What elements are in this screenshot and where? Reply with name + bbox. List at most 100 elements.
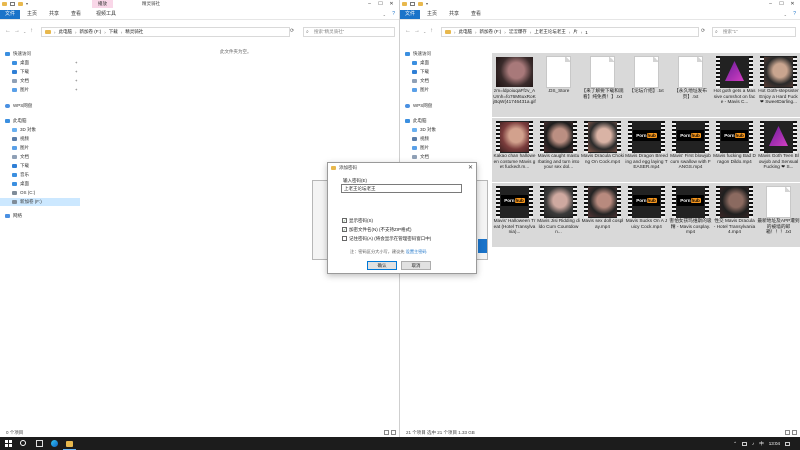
cancel-button[interactable]: 取消 (401, 261, 431, 270)
notification-icon[interactable] (785, 441, 790, 446)
nav-item-this-pc[interactable]: 此电脑 (0, 117, 80, 125)
pin-icon[interactable]: ✦ (75, 68, 78, 76)
file-item[interactable]: Pornhub Mavis Sucks On A Juicy Cock.mp4 (624, 183, 669, 247)
nav-item-drive-f[interactable]: 新加卷 (F:) (0, 198, 80, 206)
refresh-icon[interactable]: ⟳ (701, 28, 705, 34)
chevron-up-icon[interactable]: ⌃ (733, 441, 737, 447)
nav-item-desktop-pc[interactable]: 桌面 (0, 180, 80, 188)
large-icons-view-icon[interactable] (792, 430, 797, 435)
tab-video-tools[interactable]: 视频工具 (92, 10, 120, 19)
nav-item-documents[interactable]: 文档 (400, 77, 480, 85)
nav-item-videos[interactable]: 视频 (400, 135, 480, 143)
nav-item-pictures-pc[interactable]: 图片 (400, 144, 480, 152)
nav-item-quick-access[interactable]: 快速访问 (400, 50, 480, 58)
tab-share[interactable]: 共享 (446, 10, 462, 19)
nav-item-documents-pc[interactable]: 文档 (400, 153, 480, 161)
nav-item-documents-pc[interactable]: 文档 (0, 153, 80, 161)
file-item[interactable]: Hot goth gets a Massive cumshot on face … (712, 53, 757, 117)
new-folder-icon[interactable] (418, 2, 423, 6)
nav-item-music[interactable]: 音乐 (0, 171, 80, 179)
nav-item-quick-access[interactable]: 快速访问 (0, 50, 80, 58)
details-view-icon[interactable] (384, 430, 389, 435)
file-item[interactable]: Pornhub Mavis' First blowjob cum swallow … (668, 118, 713, 182)
tab-home[interactable]: 主页 (424, 10, 440, 19)
chevron-down-icon[interactable]: ⌄ (423, 27, 426, 36)
chevron-down-icon[interactable]: ▾ (426, 2, 428, 6)
address-bar[interactable]: › 此电脑 › 新加卷 (F:) › 下载 › 精灵骑社 (41, 27, 290, 37)
file-item[interactable]: Pornhub 害怕女孩玛维斯的吸精 - Mavis cosplay.mp4 (668, 183, 713, 247)
file-item[interactable]: Pornhub Mavis fucking Bad Dragon Dildo.mp… (712, 118, 757, 182)
nav-item-network[interactable]: 网络 (0, 212, 80, 220)
file-item[interactable]: 【永久地址发布页】.txt (668, 53, 713, 117)
up-icon[interactable]: ↑ (30, 27, 33, 36)
nav-item-3d-objects[interactable]: 3D 对象 (0, 126, 80, 134)
nav-item-wps-cloud[interactable]: WPS网盘 (400, 102, 480, 110)
details-view-icon[interactable] (785, 430, 790, 435)
close-icon[interactable]: ✕ (386, 0, 397, 8)
breadcrumb-item[interactable]: 涩涩爆存 (509, 29, 527, 35)
nav-item-desktop[interactable]: 桌面 ✦ (0, 59, 80, 67)
properties-icon[interactable] (10, 2, 15, 6)
nav-item-pictures[interactable]: 图片 ✦ (0, 86, 80, 94)
file-item[interactable]: Mavis sex doll cosplay.mp4 (580, 183, 625, 247)
forward-icon[interactable]: → (414, 27, 420, 36)
back-icon[interactable]: ← (5, 27, 11, 36)
file-item[interactable]: Mavis Dracula Choking On Cock.mp4 (580, 118, 625, 182)
ok-button[interactable]: 确认 (367, 261, 397, 270)
nav-item-this-pc[interactable]: 此电脑 (400, 117, 480, 125)
close-icon[interactable]: ✕ (468, 163, 473, 173)
forward-icon[interactable]: → (14, 27, 20, 36)
large-icons-view-icon[interactable] (391, 430, 396, 435)
file-item[interactable]: Pornhub Mavis' Halloween Treat (Hotel Tra… (492, 183, 537, 247)
show-password-checkbox[interactable]: ✓ 显示密码(S) (342, 218, 373, 224)
file-item[interactable]: Mavis Goth Teen Blowjob and Sensual Fuck… (756, 118, 800, 182)
nav-item-videos[interactable]: 视频 (0, 135, 80, 143)
pin-icon[interactable]: ✦ (75, 86, 78, 94)
clock[interactable]: 13:04 (769, 437, 780, 450)
file-item[interactable]: Pornhub Mavis Dragon Breeding and egg lay… (624, 118, 669, 182)
breadcrumb-item[interactable]: 下载 (109, 29, 118, 35)
chevron-down-icon[interactable]: ⌄ (784, 10, 787, 19)
address-bar[interactable]: › 此电脑 › 新加卷 (F:) › 涩涩爆存 › 上老王论坛老王 › 片 › … (441, 27, 699, 37)
file-item[interactable]: 性交 Mavis Dracula - Hotel Transylvania 4.… (712, 183, 757, 247)
remember-password-checkbox[interactable]: 记住密码(A) (将会显示在管理密码窗口中) (342, 236, 431, 242)
pin-icon[interactable]: ✦ (75, 77, 78, 85)
properties-icon[interactable] (410, 2, 415, 6)
file-item[interactable]: Kakao chan halloween costume Mavis get f… (492, 118, 537, 182)
nav-item-wps-cloud[interactable]: WPS网盘 (0, 102, 80, 110)
search-input[interactable]: ⌕ 搜索"精灵骑社" (303, 27, 395, 37)
search-icon[interactable] (20, 440, 26, 446)
nav-item-documents[interactable]: 文档 ✦ (0, 77, 80, 85)
set-master-password-link[interactable]: 设置主密码 (406, 249, 427, 254)
breadcrumb-item[interactable]: 精灵骑社 (125, 29, 143, 35)
search-input[interactable]: ⌕ 搜索"1" (712, 27, 796, 37)
minimize-icon[interactable]: – (364, 0, 375, 8)
chevron-down-icon[interactable]: ⌄ (23, 27, 26, 36)
file-item[interactable]: 最新地址及APP遭到的被墙的邮箱！！！.txt (756, 183, 800, 247)
file-item[interactable]: .DS_Store (536, 53, 581, 117)
close-icon[interactable]: ✕ (787, 0, 798, 8)
pin-icon[interactable]: ✦ (75, 59, 78, 67)
tab-view[interactable]: 查看 (68, 10, 84, 19)
tab-file[interactable]: 文件 (0, 10, 20, 19)
new-folder-icon[interactable] (18, 2, 23, 6)
tab-share[interactable]: 共享 (46, 10, 62, 19)
nav-item-downloads[interactable]: 下载 ✦ (0, 68, 80, 76)
nav-item-downloads-pc[interactable]: 下载 (0, 162, 80, 170)
breadcrumb-item[interactable]: 此电脑 (459, 29, 473, 35)
up-icon[interactable]: ↑ (430, 27, 433, 36)
breadcrumb-item[interactable]: 此电脑 (59, 29, 73, 35)
minimize-icon[interactable]: – (765, 0, 776, 8)
nav-item-downloads[interactable]: 下载 (400, 68, 480, 76)
password-input[interactable]: 上老王论坛老王 (341, 184, 462, 193)
encrypt-filenames-checkbox[interactable]: ✓ 加密文件名(N) (不支持ZIP格式) (342, 227, 412, 233)
chevron-down-icon[interactable]: ⌄ (383, 10, 386, 19)
breadcrumb-item[interactable]: 新加卷 (F:) (480, 29, 502, 35)
task-view-icon[interactable] (36, 440, 43, 447)
back-icon[interactable]: ← (405, 27, 411, 36)
help-icon[interactable]: ? (793, 10, 796, 19)
file-item[interactable]: 【来了解要下载和观看】纯免费！】.txt (580, 53, 625, 117)
nav-item-drive-c[interactable]: OS (C:) (0, 189, 80, 197)
chevron-down-icon[interactable]: ▾ (26, 2, 28, 6)
nav-item-3d-objects[interactable]: 3D 对象 (400, 126, 480, 134)
